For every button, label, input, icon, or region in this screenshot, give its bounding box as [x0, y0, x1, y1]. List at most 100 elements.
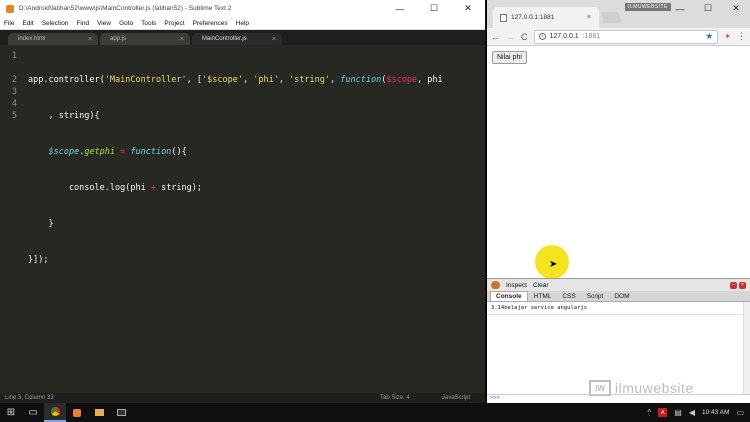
- tab-close-icon[interactable]: ×: [587, 14, 591, 21]
- url-host: 127.0.0.1: [549, 33, 579, 40]
- volume-icon[interactable]: ◀: [689, 408, 695, 417]
- windows-start-icon[interactable]: ⊞: [0, 403, 22, 422]
- code-token: $scope: [386, 75, 418, 85]
- sublime-window: D:\Android\latihan52\www\js\MainControll…: [0, 0, 486, 403]
- code-line-2: $scope.getphi = function(){: [28, 146, 443, 158]
- forward-icon[interactable]: →: [506, 32, 515, 42]
- menu-help[interactable]: Help: [236, 20, 249, 27]
- reload-icon[interactable]: C: [521, 32, 528, 42]
- menu-find[interactable]: Find: [76, 20, 89, 27]
- minimize-button[interactable]: —: [666, 0, 694, 17]
- sublime-icon[interactable]: [66, 403, 88, 422]
- sublime-window-controls: — ☐ ✕: [383, 0, 485, 17]
- maximize-button[interactable]: ☐: [417, 0, 451, 17]
- tab-close-icon[interactable]: ×: [88, 36, 92, 43]
- code-token: ,: [278, 75, 290, 85]
- tab-close-icon[interactable]: ×: [180, 36, 184, 43]
- tab-script[interactable]: Script: [582, 292, 609, 301]
- tab-label: app.js: [110, 36, 127, 42]
- chrome-menu-icon[interactable]: ⋮: [737, 31, 746, 42]
- maximize-button[interactable]: ☐: [694, 0, 722, 17]
- cmd-icon[interactable]: [110, 403, 132, 422]
- code-token: ,: [330, 75, 341, 85]
- notifications-icon[interactable]: ▭: [736, 408, 744, 417]
- tab-html[interactable]: HTML: [529, 292, 557, 301]
- menu-goto[interactable]: Goto: [119, 20, 133, 27]
- code-token: ,: [242, 75, 254, 85]
- line-gutter: 1 2 3 4 5: [0, 45, 24, 393]
- new-tab-button[interactable]: [599, 12, 623, 23]
- firebug-minimize-icon[interactable]: –: [730, 281, 737, 289]
- firebug-tabs: Console HTML CSS Script DOM: [487, 291, 750, 302]
- code-token: (){: [171, 147, 187, 157]
- code-token: 'string': [289, 75, 331, 85]
- code-token: , [: [186, 75, 203, 85]
- tab-dom[interactable]: DOM: [609, 292, 634, 301]
- chrome-toolbar: ← → C i 127.0.0.1:1881 ★ ✦ ⋮: [487, 28, 750, 46]
- tab-size-indicator[interactable]: Tab Size: 4: [380, 395, 410, 401]
- syntax-indicator[interactable]: JavaScript: [442, 395, 470, 401]
- menu-project[interactable]: Project: [164, 20, 184, 27]
- code-token: 'phi': [253, 75, 279, 85]
- explorer-icon[interactable]: [88, 403, 110, 422]
- sublime-statusbar: Line 3, Column 33 Tab Size: 4 JavaScript: [0, 393, 485, 403]
- close-button[interactable]: ✕: [722, 0, 750, 17]
- system-tray: ^ A ▤ ◀ 10:43 AM ▭: [647, 408, 750, 417]
- site-info-icon[interactable]: i: [538, 33, 546, 40]
- task-view-icon[interactable]: ▭: [22, 403, 44, 422]
- firebug-icon: [491, 281, 500, 289]
- code-line-1: app.controller('MainController', ['$scop…: [28, 74, 443, 86]
- bookmark-star-icon[interactable]: ★: [705, 31, 713, 42]
- code-token: console.log(phi: [28, 183, 151, 193]
- tab-index-html[interactable]: index.html ×: [8, 33, 98, 45]
- line-number: 1: [11, 51, 17, 61]
- close-button[interactable]: ✕: [451, 0, 485, 17]
- nilai-phi-button[interactable]: Nilai phi: [492, 51, 527, 64]
- line-number: [0, 62, 17, 74]
- menu-preferences[interactable]: Preferences: [193, 20, 228, 27]
- menu-file[interactable]: File: [4, 20, 14, 27]
- inspect-button[interactable]: Inspect: [506, 282, 527, 289]
- firebug-close-icon[interactable]: ×: [739, 281, 746, 289]
- minimize-button[interactable]: —: [383, 0, 417, 17]
- code-line-4: }: [28, 219, 54, 229]
- console-scrollbar[interactable]: [743, 302, 750, 395]
- sublime-app-icon: [6, 4, 14, 13]
- clear-button[interactable]: Clear: [533, 282, 549, 289]
- back-icon[interactable]: ←: [491, 32, 500, 42]
- code-token: $scope: [48, 147, 80, 157]
- code-content: app.controller('MainController', ['$scop…: [24, 45, 443, 393]
- tab-label: index.html: [18, 36, 46, 42]
- console-command-line[interactable]: >>>: [487, 394, 750, 403]
- tab-app-js[interactable]: app.js ×: [100, 33, 190, 45]
- tab-close-icon[interactable]: ×: [272, 36, 276, 43]
- url-port: :1881: [582, 33, 601, 40]
- menu-view[interactable]: View: [97, 20, 111, 27]
- menu-tools[interactable]: Tools: [141, 20, 156, 27]
- firebug-console-panel: Inspect Clear – × Console HTML CSS Scrip…: [487, 278, 750, 403]
- browser-tab[interactable]: 127.0.0.1:1881 ×: [493, 7, 599, 28]
- tab-label: MainController.js: [202, 36, 247, 42]
- firebug-window-buttons: – ×: [730, 281, 746, 289]
- code-line-3: console.log(phi + string);: [28, 182, 443, 194]
- system-clock[interactable]: 10:43 AM: [702, 409, 729, 416]
- sublime-title: D:\Android\latihan52\www\js\MainControll…: [19, 5, 232, 12]
- code-token: string);: [155, 183, 203, 193]
- tab-console[interactable]: Console: [490, 291, 528, 301]
- code-token: function: [340, 75, 382, 85]
- chrome-icon[interactable]: [44, 403, 66, 422]
- menu-edit[interactable]: Edit: [22, 20, 33, 27]
- show-hidden-icons-icon[interactable]: ^: [647, 408, 651, 417]
- address-bar[interactable]: i 127.0.0.1:1881 ★: [533, 29, 719, 44]
- console-log-entry: 3.14belajar service angularjs: [487, 302, 750, 315]
- tab-css[interactable]: CSS: [557, 292, 580, 301]
- extension-icon[interactable]: ✦: [724, 32, 731, 41]
- code-editor[interactable]: 1 2 3 4 5 app.controller('MainController…: [0, 45, 485, 393]
- menu-selection[interactable]: Selection: [42, 20, 69, 27]
- tab-maincontroller-js[interactable]: MainController.js ×: [192, 33, 282, 45]
- code-token: , phi: [417, 75, 443, 85]
- network-icon[interactable]: ▤: [674, 408, 682, 417]
- acrobat-tray-icon[interactable]: A: [658, 408, 668, 417]
- sublime-menubar: File Edit Selection Find View Goto Tools…: [0, 17, 485, 30]
